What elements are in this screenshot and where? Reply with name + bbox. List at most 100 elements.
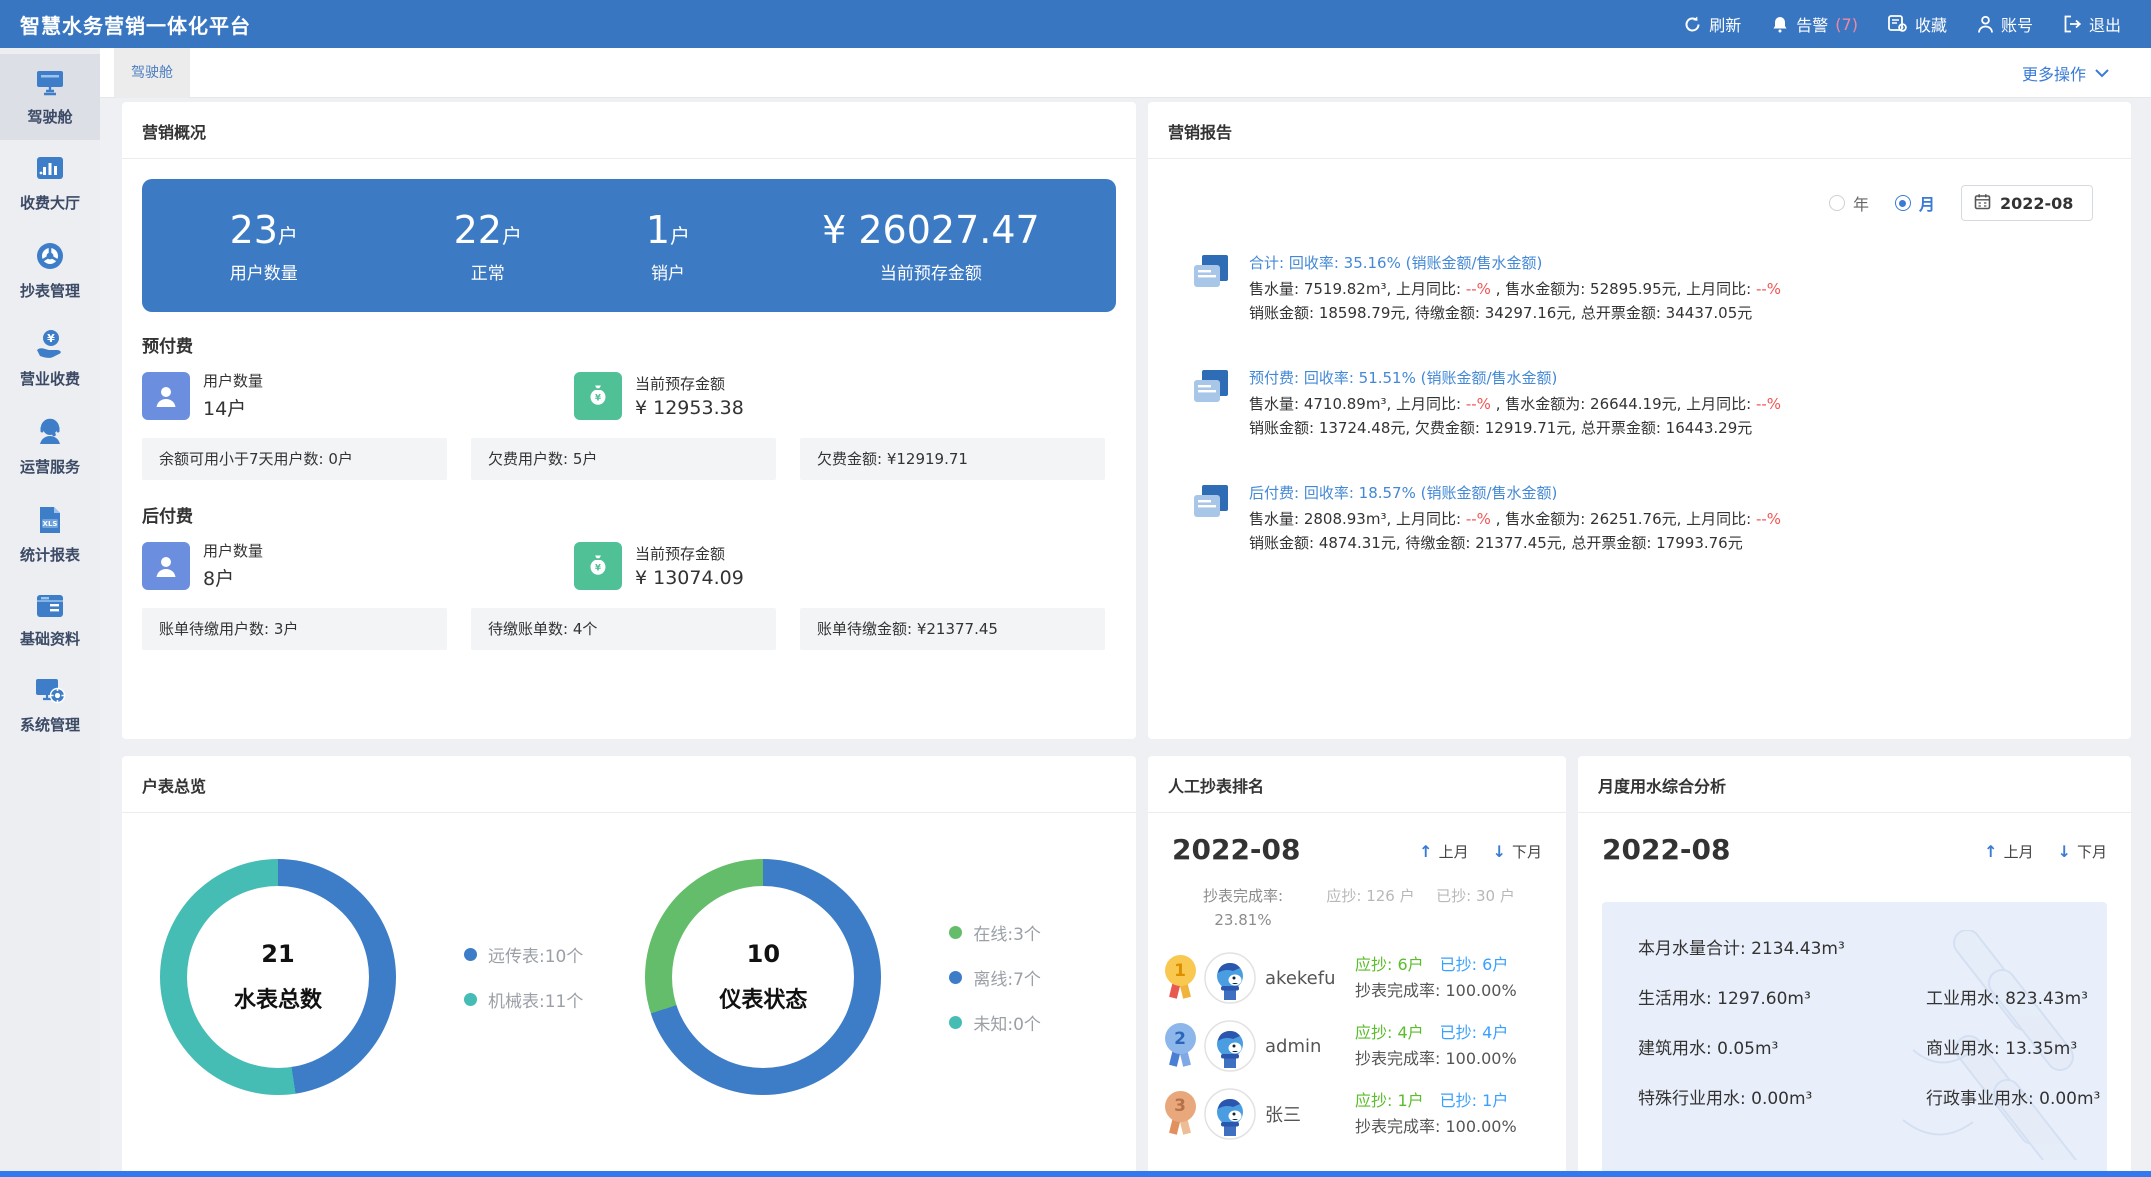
legend-item: 离线:7个 [949, 965, 1041, 990]
favorite-icon [1888, 15, 1908, 33]
legend-item: 未知:0个 [949, 1010, 1041, 1035]
more-actions-button[interactable]: 更多操作 [2022, 61, 2109, 85]
reader-name: akekefu [1265, 968, 1355, 989]
gold-medal-icon: 1 [1162, 953, 1198, 1003]
avatar [1204, 1020, 1256, 1072]
legend-dot [464, 948, 477, 961]
stat-prestore-amount: ¥ 26027.47 当前预存金额 [746, 208, 1116, 284]
report-item-prepaid: 预付费: 回收率: 51.51% (销账金额/售水金额) 售水量: 4710.8… [1190, 366, 2101, 440]
section-heading: 预付费 [142, 332, 1116, 357]
silver-medal-icon: 2 [1162, 1021, 1198, 1071]
folder-card-icon [35, 593, 65, 619]
stat-label: 用户数量 [142, 259, 386, 284]
report-item-title: 预付费: 回收率: 51.51% (销账金额/售水金额) [1249, 366, 1781, 390]
app-title: 智慧水务营销一体化平台 [20, 10, 251, 39]
refresh-button[interactable]: 刷新 [1683, 12, 1741, 36]
prev-month-button[interactable]: ↑上月 [1419, 841, 1468, 862]
money-bag-icon: ¥ [574, 372, 622, 420]
analysis-row: 建筑用水: 0.05m³商业用水: 13.35m³ [1638, 1034, 2107, 1059]
radio-label: 年 [1853, 191, 1869, 215]
stat-user-count: 23户 用户数量 [142, 208, 386, 284]
report-item-line: 销账金额: 18598.79元, 待缴金额: 34297.16元, 总开票金额:… [1249, 301, 1781, 325]
stat-value: 23 [230, 208, 278, 252]
radio-month[interactable]: 月 [1895, 191, 1935, 215]
report-item-line: 销账金额: 13724.48元, 欠费金额: 12919.71元, 总开票金额:… [1249, 416, 1781, 440]
card-label: 用户数量 [203, 540, 263, 561]
radio-year[interactable]: 年 [1829, 191, 1869, 215]
legend-item: 机械表:11个 [464, 987, 583, 1012]
prepaid-deposit-card: ¥ 当前预存金额 ¥ 12953.38 [574, 370, 1006, 421]
person-icon [1977, 15, 1994, 34]
stat-unit: 户 [278, 224, 298, 248]
panel-title: 营销报告 [1148, 102, 2131, 158]
legend-dot [949, 926, 962, 939]
marketing-report-panel: 营销报告 年 月 2022-08 [1148, 102, 2131, 739]
sidebar-item-basic-data[interactable]: 基础资料 [0, 578, 100, 662]
sidebar-item-label: 驾驶舱 [27, 106, 72, 127]
user-icon [142, 542, 190, 590]
prepaid-stat-box: 余额可用小于7天用户数: 0户 [142, 438, 447, 480]
logout-label: 退出 [2089, 12, 2121, 36]
arrow-up-icon: ↑ [1984, 842, 1997, 861]
sidebar-item-billing-hall[interactable]: 收费大厅 [0, 140, 100, 226]
headset-agent-icon [35, 417, 65, 447]
sidebar-item-cockpit[interactable]: 驾驶舱 [0, 54, 100, 140]
card-value: ¥ 12953.38 [635, 397, 744, 419]
next-month-button[interactable]: ↓下月 [2058, 841, 2107, 862]
panel-title: 户表总览 [122, 756, 1136, 812]
yoy-placeholder: --% [1466, 280, 1491, 298]
report-item-title: 后付费: 回收率: 18.57% (销账金额/售水金额) [1249, 481, 1781, 505]
stat-unit: 户 [670, 224, 690, 248]
card-value: 14户 [203, 394, 263, 421]
meter-overview-panel: 户表总览 21 水表总数 远传表:10个 机械表:11个 [122, 756, 1136, 1177]
report-item-line: 售水量: 2808.93m³, 上月同比: --% , 售水金额为: 26251… [1249, 507, 1781, 531]
radio-label: 月 [1919, 191, 1935, 215]
favorite-button[interactable]: 收藏 [1888, 12, 1947, 36]
stat-label: 销户 [590, 259, 746, 284]
report-item-line: 售水量: 7519.82m³, 上月同比: --% , 售水金额为: 52895… [1249, 277, 1781, 301]
analysis-summary-box: 本月水量合计: 2134.43m³ 生活用水: 1297.60m³工业用水: 8… [1602, 902, 2107, 1177]
reader-stats: 应抄: 6户已抄: 6户 抄表完成率: 100.00% [1355, 952, 1517, 1005]
bar-chart-icon [35, 155, 65, 183]
done-total: 已抄: 30 户 [1423, 884, 1528, 932]
sidebar-item-label: 营业收费 [20, 368, 80, 389]
marketing-overview-panel: 营销概况 23户 用户数量 22户 正常 1户 销户 [122, 102, 1136, 739]
reader-name: 张三 [1265, 1101, 1355, 1127]
logout-button[interactable]: 退出 [2063, 12, 2121, 36]
legend-meter-total: 远传表:10个 机械表:11个 [464, 942, 583, 1012]
sidebar-item-business-charging[interactable]: ¥ 营业收费 [0, 314, 100, 402]
postpaid-stat-box: 账单待缴金额: ¥21377.45 [800, 608, 1105, 650]
sidebar-item-label: 系统管理 [20, 714, 80, 735]
stat-label: 正常 [386, 259, 591, 284]
sidebar-item-operation-service[interactable]: 运营服务 [0, 402, 100, 490]
report-doc-icon [1190, 366, 1232, 440]
alarm-button[interactable]: 告警 (7) [1771, 12, 1858, 36]
card-label: 用户数量 [203, 370, 263, 391]
ranking-month: 2022-08 [1172, 833, 1301, 866]
sidebar-item-meter-reading[interactable]: 抄表管理 [0, 226, 100, 314]
sidebar-item-statistics-report[interactable]: XLS 统计报表 [0, 490, 100, 578]
date-picker[interactable]: 2022-08 [1961, 185, 2093, 221]
monthly-analysis-panel: 月度用水综合分析 2022-08 ↑上月 ↓下月 本月水量合计: 2134.43… [1578, 756, 2131, 1177]
avatar [1204, 1088, 1256, 1140]
legend-meter-status: 在线:3个 离线:7个 未知:0个 [949, 920, 1041, 1035]
arrow-down-icon: ↓ [1493, 842, 1506, 861]
stat-label: 当前预存金额 [746, 259, 1116, 284]
svg-text:¥: ¥ [47, 332, 55, 345]
donut-center-label: 水表总数 [234, 982, 322, 1014]
svg-text:XLS: XLS [43, 520, 58, 528]
account-button[interactable]: 账号 [1977, 12, 2033, 36]
next-month-button[interactable]: ↓下月 [1493, 841, 1542, 862]
card-label: 当前预存金额 [635, 373, 744, 394]
postpaid-user-card: 用户数量 8户 [142, 540, 574, 591]
favorite-label: 收藏 [1915, 12, 1947, 36]
prev-month-button[interactable]: ↑上月 [1984, 841, 2033, 862]
prepaid-stat-box: 欠费用户数: 5户 [471, 438, 776, 480]
yoy-placeholder: --% [1756, 395, 1781, 413]
tab-cockpit[interactable]: 驾驶舱 [114, 48, 190, 98]
arrow-up-icon: ↑ [1419, 842, 1432, 861]
postpaid-deposit-card: ¥ 当前预存金额 ¥ 13074.09 [574, 540, 1006, 591]
logout-icon [2063, 15, 2082, 33]
yoy-placeholder: --% [1756, 280, 1781, 298]
sidebar-item-system-management[interactable]: 系统管理 [0, 662, 100, 748]
